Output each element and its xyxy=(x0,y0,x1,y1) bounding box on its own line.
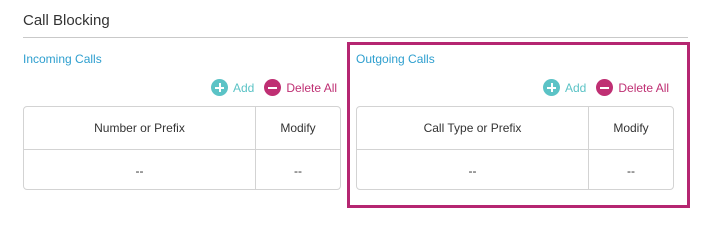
minus-circle-icon xyxy=(596,79,614,96)
outgoing-calls-title: Outgoing Calls xyxy=(356,52,435,66)
outgoing-delete-all-button[interactable]: Delete All xyxy=(596,79,669,96)
incoming-delete-all-label: Delete All xyxy=(286,80,338,95)
incoming-delete-all-button[interactable]: Delete All xyxy=(264,79,337,96)
outgoing-calls-panel: Outgoing Calls Add Delete All Call Type … xyxy=(348,38,674,204)
incoming-add-button[interactable]: Add xyxy=(211,79,254,96)
outgoing-delete-all-label: Delete All xyxy=(618,80,670,95)
incoming-actions: Add Delete All xyxy=(211,79,337,96)
outgoing-actions: Add Delete All xyxy=(543,79,669,96)
column-header-modify: Modify xyxy=(280,121,316,135)
outgoing-calls-table: Call Type or Prefix Modify -- -- xyxy=(356,106,674,190)
incoming-calls-title: Incoming Calls xyxy=(23,52,102,66)
table-cell: -- xyxy=(24,150,256,189)
column-header-modify: Modify xyxy=(613,121,649,135)
outgoing-add-button[interactable]: Add xyxy=(543,79,586,96)
table-header-row: Call Type or Prefix Modify xyxy=(357,107,673,150)
table-row: -- -- xyxy=(357,150,673,189)
table-row: -- -- xyxy=(24,150,340,189)
plus-circle-icon xyxy=(543,79,560,96)
table-header-row: Number or Prefix Modify xyxy=(24,107,340,150)
table-cell: -- xyxy=(294,164,302,178)
incoming-add-label: Add xyxy=(233,80,255,95)
incoming-calls-table: Number or Prefix Modify -- -- xyxy=(23,106,341,190)
call-blocking-page: Call Blocking Incoming Calls Add Delete … xyxy=(0,0,703,226)
incoming-calls-panel: Incoming Calls Add Delete All Number or … xyxy=(20,38,342,204)
table-cell: -- xyxy=(627,164,635,178)
table-cell: -- xyxy=(357,150,589,189)
column-header-number-or-prefix: Number or Prefix xyxy=(24,107,256,149)
section-title: Call Blocking xyxy=(23,12,110,29)
outgoing-add-label: Add xyxy=(565,80,587,95)
minus-circle-icon xyxy=(264,79,282,96)
plus-circle-icon xyxy=(211,79,228,96)
column-header-call-type-or-prefix: Call Type or Prefix xyxy=(357,107,589,149)
